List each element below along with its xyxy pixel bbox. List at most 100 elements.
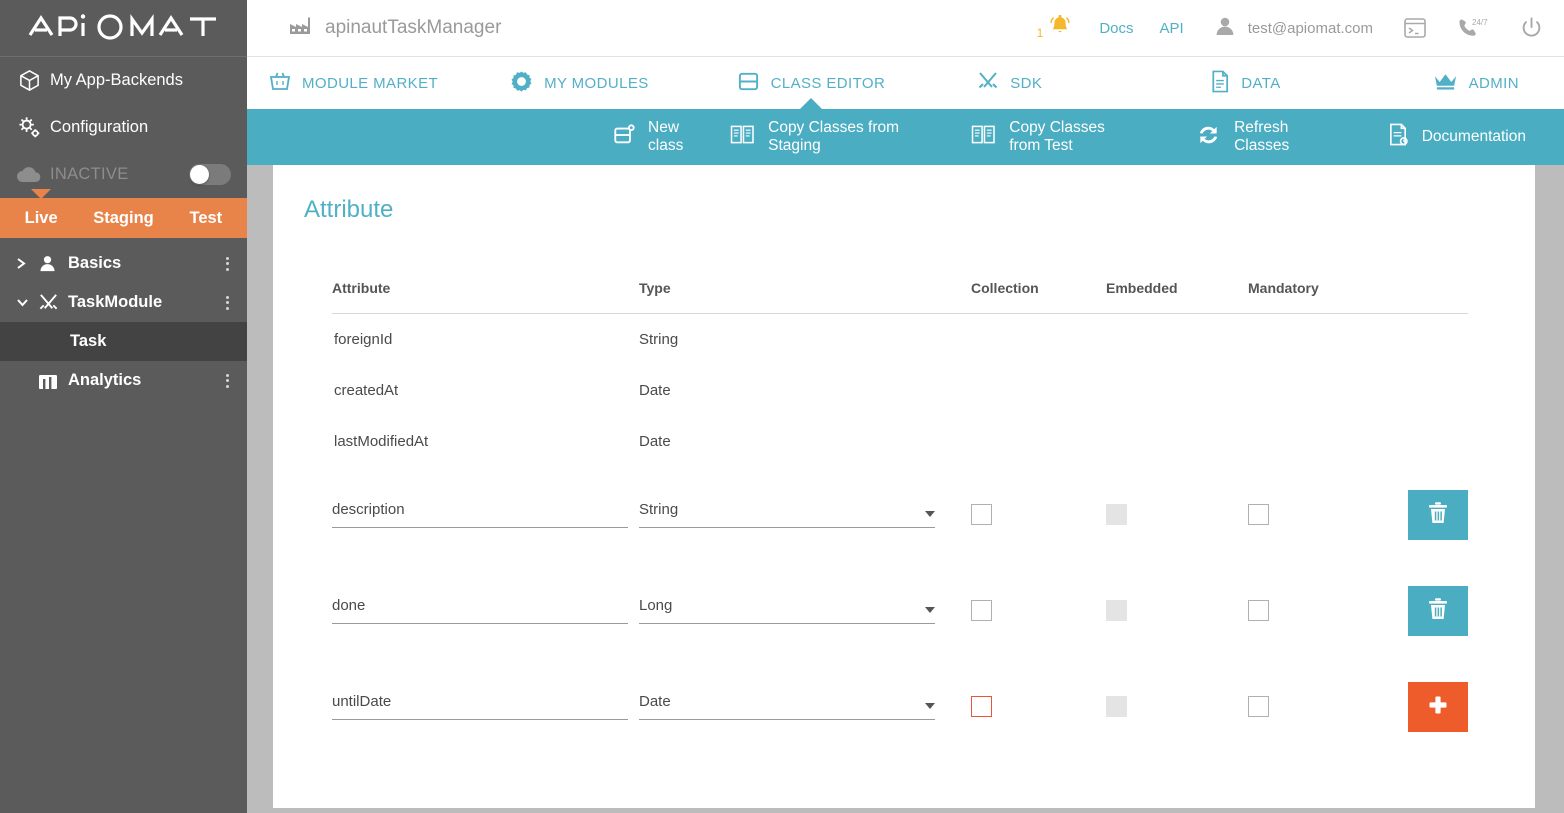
tab-label: ADMIN — [1469, 75, 1519, 92]
page-title: Attribute — [304, 196, 393, 224]
button-label: Documentation — [1422, 128, 1526, 146]
documentation-button[interactable]: Documentation — [1388, 123, 1526, 151]
env-tab-test[interactable]: Test — [165, 198, 247, 238]
factory-icon — [289, 16, 311, 40]
actions-cell — [1388, 314, 1468, 365]
support-phone-icon[interactable]: 24/7 — [1457, 17, 1489, 39]
tab-admin[interactable]: ADMIN — [1433, 57, 1519, 109]
chevron-down-icon — [925, 511, 935, 517]
copy-icon — [730, 124, 755, 150]
tab-label: DATA — [1241, 75, 1280, 92]
copy-classes-from-test-button[interactable]: Copy Classes from Test — [971, 119, 1122, 155]
gears-icon — [12, 115, 46, 140]
new-class-icon — [613, 124, 635, 151]
column-header-actions — [1388, 280, 1468, 314]
docs-link[interactable]: Docs — [1099, 20, 1133, 37]
attribute-name: foreignId — [332, 314, 639, 365]
attribute-type-select[interactable]: Date — [639, 693, 935, 720]
collection-cell — [971, 416, 1106, 467]
refresh-classes-button[interactable]: Refresh Classes — [1196, 119, 1310, 155]
power-icon[interactable] — [1519, 16, 1544, 41]
tree-item-label: Analytics — [68, 371, 247, 390]
sidebar-item-label: Configuration — [50, 118, 148, 137]
notifications-button[interactable]: 1 — [1037, 13, 1074, 44]
collection-checkbox[interactable] — [971, 600, 992, 621]
tools-icon — [38, 292, 68, 313]
top-bar-right: 1 Docs API — [1037, 13, 1564, 44]
toggle-knob — [190, 165, 209, 184]
sidebar-item-configuration[interactable]: Configuration — [0, 104, 247, 151]
tab-label: SDK — [1010, 75, 1042, 92]
actions-cell — [1388, 416, 1468, 467]
tree-item-menu-icon[interactable] — [226, 374, 229, 388]
chevron-down-icon[interactable] — [16, 297, 38, 308]
copy-classes-from-staging-button[interactable]: Copy Classes from Staging — [730, 119, 899, 155]
tab-sdk[interactable]: SDK — [977, 57, 1042, 109]
table-row: lastModifiedAt Date — [332, 416, 1468, 467]
application-root: My App-Backends Configuration INACTIVE — [0, 0, 1564, 813]
tree-item-basics[interactable]: Basics — [0, 244, 247, 283]
crown-icon — [1433, 71, 1458, 95]
env-tab-live[interactable]: Live — [0, 198, 82, 238]
table-row: createdAt Date — [332, 365, 1468, 416]
mandatory-checkbox[interactable] — [1248, 600, 1269, 621]
embedded-cell — [1106, 314, 1248, 365]
tab-data[interactable]: DATA — [1210, 57, 1280, 109]
tree-item-menu-icon[interactable] — [226, 257, 229, 271]
button-label: New class — [648, 119, 692, 155]
class-editor-toolbar: New class Copy Classes from Staging — [247, 109, 1564, 165]
collection-checkbox[interactable] — [971, 696, 992, 717]
tree-item-analytics[interactable]: Analytics — [0, 361, 247, 400]
tree-item-menu-icon[interactable] — [226, 296, 229, 310]
tab-label: MODULE MARKET — [302, 75, 438, 92]
mandatory-cell — [1248, 314, 1388, 365]
new-class-button[interactable]: New class — [613, 119, 692, 155]
mandatory-checkbox[interactable] — [1248, 696, 1269, 717]
attribute-name: lastModifiedAt — [332, 416, 639, 467]
embedded-checkbox — [1106, 504, 1127, 525]
attribute-name-input[interactable]: untilDate — [332, 693, 628, 720]
button-label: Copy Classes from Staging — [768, 119, 899, 155]
delete-attribute-button[interactable] — [1408, 490, 1468, 540]
tab-class-editor[interactable]: CLASS EDITOR — [737, 57, 886, 109]
sidebar-item-my-app-backends[interactable]: My App-Backends — [0, 57, 247, 104]
sidebar-item-label: My App-Backends — [50, 71, 183, 90]
person-icon — [1214, 15, 1236, 42]
svg-text:24/7: 24/7 — [1472, 18, 1488, 27]
tree-item-task[interactable]: Task — [0, 322, 247, 361]
attribute-name-input[interactable]: done — [332, 597, 628, 624]
attributes-table: Attribute Type Collection Embedded Manda… — [332, 280, 1468, 755]
user-icon — [38, 254, 68, 273]
env-tab-staging[interactable]: Staging — [82, 198, 164, 238]
tab-my-modules[interactable]: MY MODULES — [510, 57, 649, 109]
embedded-cell — [1106, 416, 1248, 467]
main-navigation: MODULE MARKET MY MODULES CLASS EDITOR — [247, 57, 1564, 109]
attribute-name-input[interactable]: description — [332, 501, 628, 528]
gear-icon — [510, 70, 533, 97]
app-title[interactable]: apinautTaskManager — [289, 16, 501, 40]
backend-status-toggle[interactable] — [189, 164, 231, 185]
attribute-type-select[interactable]: Long — [639, 597, 935, 624]
chevron-right-icon[interactable] — [16, 257, 38, 270]
api-link[interactable]: API — [1160, 20, 1184, 37]
add-attribute-button[interactable] — [1408, 682, 1468, 732]
collection-checkbox[interactable] — [971, 504, 992, 525]
selected-type-label: Long — [639, 597, 672, 614]
tree-item-label: TaskModule — [68, 293, 247, 312]
tree-item-label: Task — [70, 332, 247, 351]
attribute-type-select[interactable]: String — [639, 501, 935, 528]
chevron-down-icon — [925, 607, 935, 613]
bell-icon — [1047, 13, 1073, 44]
tree-item-label: Basics — [68, 254, 247, 273]
tree-item-taskmodule[interactable]: TaskModule — [0, 283, 247, 322]
delete-attribute-button[interactable] — [1408, 586, 1468, 636]
user-menu[interactable]: test@apiomat.com — [1214, 15, 1373, 42]
console-icon[interactable] — [1403, 17, 1427, 39]
cube-icon — [12, 69, 46, 92]
collection-cell — [971, 365, 1106, 416]
plus-icon — [1426, 693, 1450, 721]
mandatory-checkbox[interactable] — [1248, 504, 1269, 525]
tab-module-market[interactable]: MODULE MARKET — [269, 57, 438, 109]
column-header-type: Type — [639, 280, 971, 314]
active-tab-caret — [800, 98, 822, 109]
